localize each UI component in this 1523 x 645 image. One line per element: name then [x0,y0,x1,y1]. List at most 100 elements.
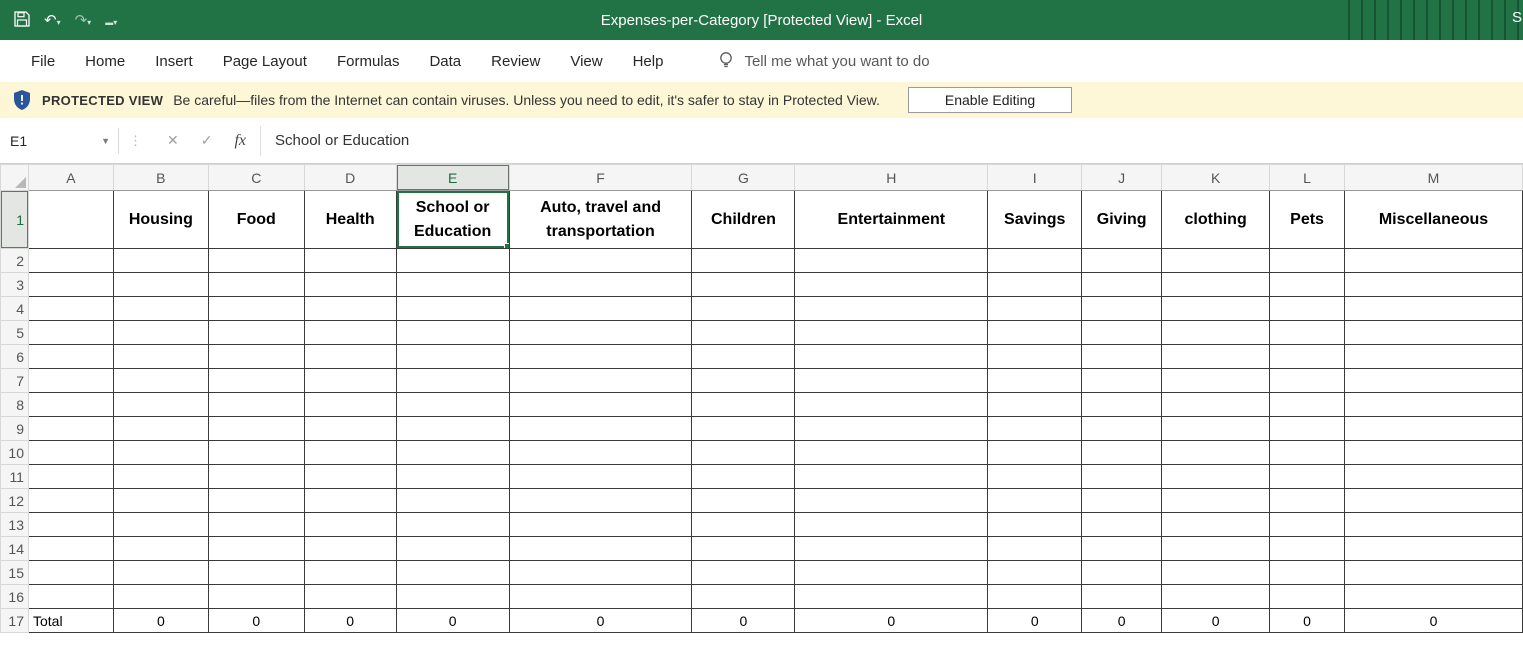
menu-item-formulas[interactable]: Formulas [322,53,415,70]
row-header-7[interactable]: 7 [1,369,29,393]
cell-G6[interactable] [692,345,795,369]
cell-L10[interactable] [1270,441,1345,465]
cell-M10[interactable] [1345,441,1523,465]
cell-K15[interactable] [1162,561,1270,585]
cell-G15[interactable] [692,561,795,585]
cell-F7[interactable] [509,369,692,393]
cell-J9[interactable] [1082,417,1162,441]
cell-E1[interactable]: School or Education [396,191,509,249]
cell-A3[interactable] [28,273,113,297]
cell-L1[interactable]: Pets [1270,191,1345,249]
cell-A7[interactable] [28,369,113,393]
cell-E14[interactable] [396,537,509,561]
cell-A14[interactable] [28,537,113,561]
cell-G8[interactable] [692,393,795,417]
cell-M11[interactable] [1345,465,1523,489]
cell-D10[interactable] [304,441,396,465]
column-header-H[interactable]: H [795,165,988,191]
cell-L14[interactable] [1270,537,1345,561]
cell-G9[interactable] [692,417,795,441]
customize-quick-access-icon[interactable]: ▬▾ [105,13,117,28]
cell-D2[interactable] [304,249,396,273]
cell-D4[interactable] [304,297,396,321]
cell-C6[interactable] [208,345,304,369]
cell-K14[interactable] [1162,537,1270,561]
row-header-14[interactable]: 14 [1,537,29,561]
cell-H6[interactable] [795,345,988,369]
cell-I16[interactable] [988,585,1082,609]
cell-D16[interactable] [304,585,396,609]
cell-A6[interactable] [28,345,113,369]
cell-B17[interactable]: 0 [113,609,208,633]
row-header-2[interactable]: 2 [1,249,29,273]
cell-L16[interactable] [1270,585,1345,609]
column-header-E[interactable]: E [396,165,509,191]
cell-K4[interactable] [1162,297,1270,321]
cell-A12[interactable] [28,489,113,513]
cell-F9[interactable] [509,417,692,441]
cell-B2[interactable] [113,249,208,273]
cell-G5[interactable] [692,321,795,345]
cell-K8[interactable] [1162,393,1270,417]
row-header-1[interactable]: 1 [1,191,29,249]
cell-L15[interactable] [1270,561,1345,585]
cell-I14[interactable] [988,537,1082,561]
cell-K17[interactable]: 0 [1162,609,1270,633]
cell-D12[interactable] [304,489,396,513]
cell-B10[interactable] [113,441,208,465]
cell-K2[interactable] [1162,249,1270,273]
cell-I10[interactable] [988,441,1082,465]
cell-L12[interactable] [1270,489,1345,513]
cell-I7[interactable] [988,369,1082,393]
cell-M14[interactable] [1345,537,1523,561]
cell-G7[interactable] [692,369,795,393]
cell-K5[interactable] [1162,321,1270,345]
row-header-3[interactable]: 3 [1,273,29,297]
row-header-12[interactable]: 12 [1,489,29,513]
cell-L7[interactable] [1270,369,1345,393]
cell-D3[interactable] [304,273,396,297]
cell-J12[interactable] [1082,489,1162,513]
row-header-15[interactable]: 15 [1,561,29,585]
row-header-11[interactable]: 11 [1,465,29,489]
menu-item-home[interactable]: Home [70,53,140,70]
cell-C4[interactable] [208,297,304,321]
cell-A17[interactable]: Total [28,609,113,633]
cell-F8[interactable] [509,393,692,417]
cell-G3[interactable] [692,273,795,297]
cell-M4[interactable] [1345,297,1523,321]
column-header-I[interactable]: I [988,165,1082,191]
row-header-6[interactable]: 6 [1,345,29,369]
cell-E10[interactable] [396,441,509,465]
cell-B16[interactable] [113,585,208,609]
cell-J2[interactable] [1082,249,1162,273]
cell-E4[interactable] [396,297,509,321]
cell-C7[interactable] [208,369,304,393]
cell-D13[interactable] [304,513,396,537]
cell-K10[interactable] [1162,441,1270,465]
cell-H4[interactable] [795,297,988,321]
cell-K7[interactable] [1162,369,1270,393]
row-header-8[interactable]: 8 [1,393,29,417]
cell-K6[interactable] [1162,345,1270,369]
cell-B11[interactable] [113,465,208,489]
cell-M2[interactable] [1345,249,1523,273]
column-header-K[interactable]: K [1162,165,1270,191]
cell-C8[interactable] [208,393,304,417]
row-header-5[interactable]: 5 [1,321,29,345]
column-header-C[interactable]: C [208,165,304,191]
cell-A15[interactable] [28,561,113,585]
row-header-4[interactable]: 4 [1,297,29,321]
cell-F4[interactable] [509,297,692,321]
cell-E6[interactable] [396,345,509,369]
name-box-dropdown-icon[interactable]: ▼ [101,136,110,146]
cell-I12[interactable] [988,489,1082,513]
cell-F11[interactable] [509,465,692,489]
cell-H13[interactable] [795,513,988,537]
cell-D17[interactable]: 0 [304,609,396,633]
cell-C11[interactable] [208,465,304,489]
cell-D1[interactable]: Health [304,191,396,249]
cell-C14[interactable] [208,537,304,561]
cell-E9[interactable] [396,417,509,441]
cell-D7[interactable] [304,369,396,393]
